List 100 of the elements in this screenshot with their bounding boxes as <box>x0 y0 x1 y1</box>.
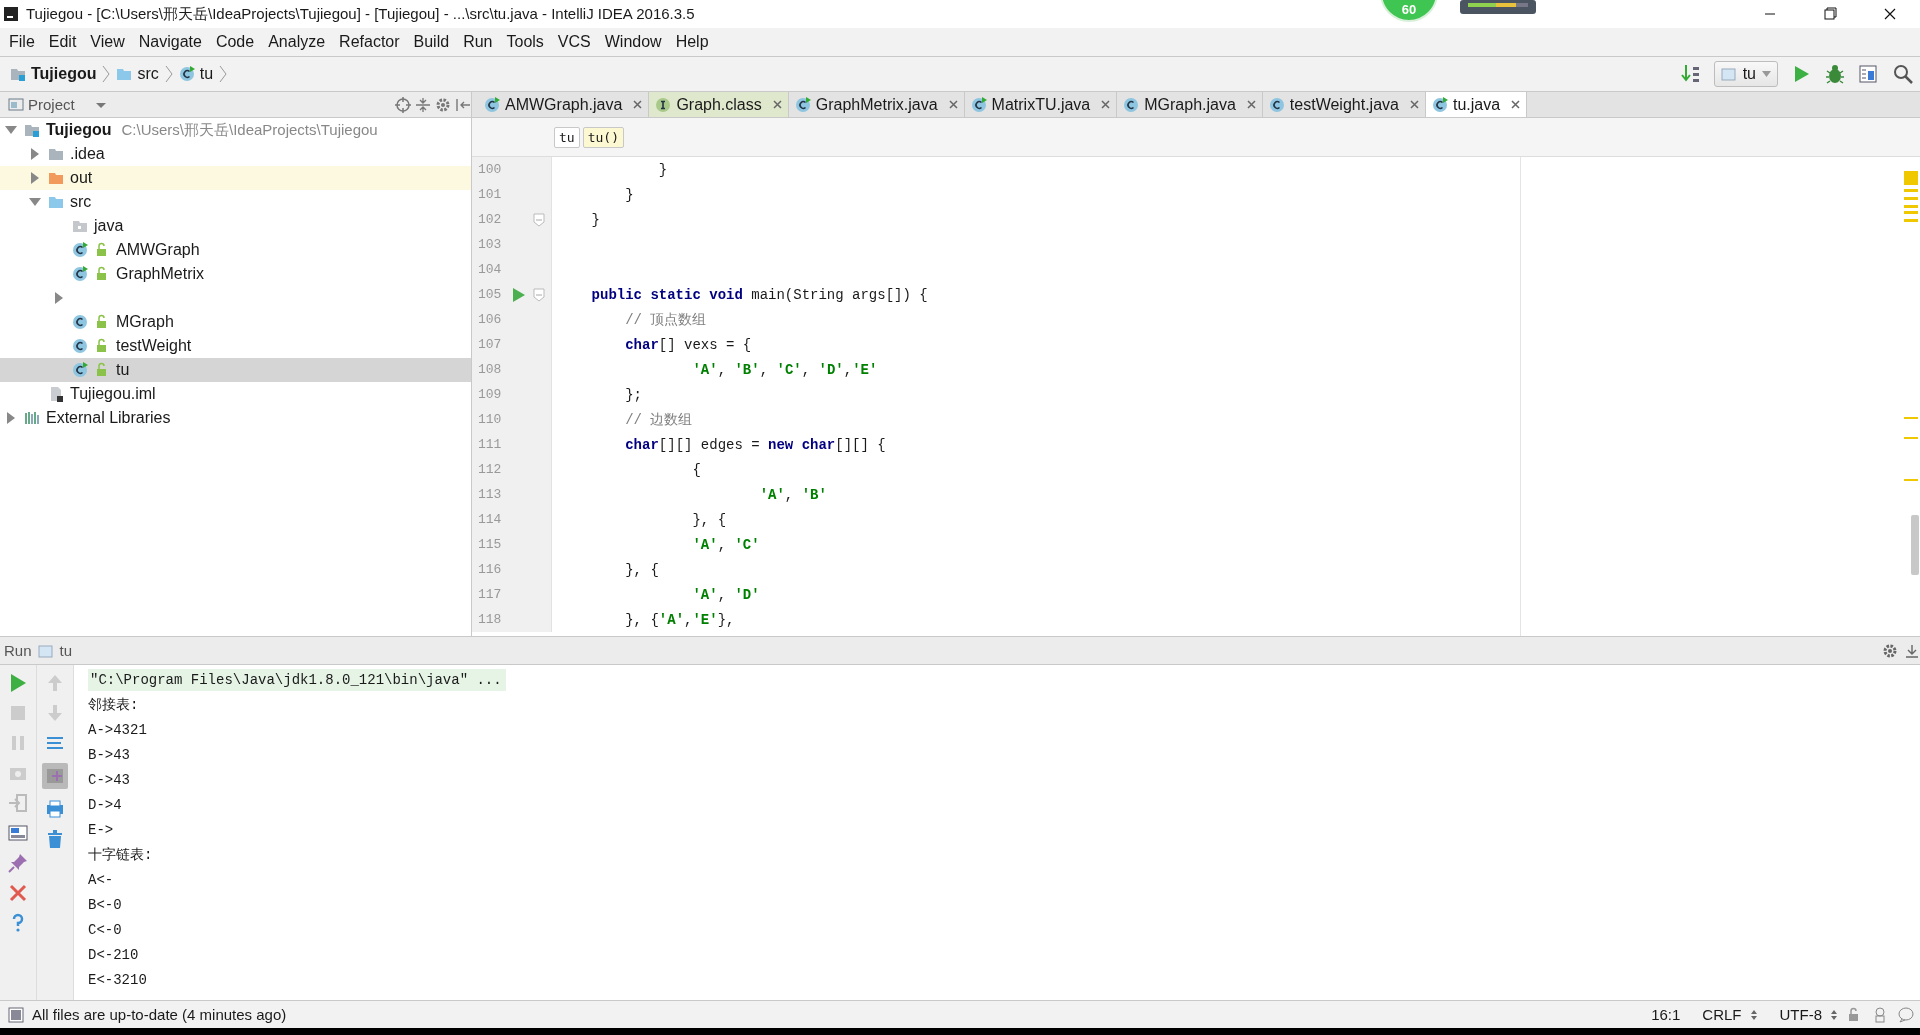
menu-item[interactable]: File <box>2 33 42 51</box>
locate-icon[interactable] <box>395 96 411 113</box>
project-folder-icon <box>24 122 40 138</box>
inspector-icon[interactable] <box>1872 1006 1888 1023</box>
tree-node[interactable]: java <box>0 214 471 238</box>
output-line: C<-0 <box>88 920 123 940</box>
runnable-class-icon <box>178 66 195 82</box>
up-down-icon[interactable] <box>1830 1008 1838 1021</box>
line-number: 109 <box>477 387 503 402</box>
file-icon <box>48 386 64 402</box>
cursor-position[interactable]: 16:1 <box>1651 1006 1681 1023</box>
run-tab-label[interactable]: tu <box>59 642 73 659</box>
close-icon[interactable] <box>633 100 643 109</box>
line-number: 111 <box>477 437 503 452</box>
runnable-class-icon <box>72 242 88 258</box>
settings-icon[interactable] <box>1882 642 1898 659</box>
print-icon[interactable] <box>45 799 65 819</box>
close-icon[interactable] <box>1511 100 1521 109</box>
encoding-selector[interactable]: UTF-8 <box>1779 1006 1822 1023</box>
trash-icon[interactable] <box>45 829 65 849</box>
speed-badge: 60 <box>1380 0 1438 22</box>
line-separator-selector[interactable]: CRLF <box>1702 1006 1742 1023</box>
code-line: public static void main(String args[]) { <box>590 286 928 303</box>
tree-node[interactable]: src <box>0 190 471 214</box>
menu-item[interactable]: Run <box>456 33 500 51</box>
menu-item[interactable]: Help <box>668 33 716 51</box>
menu-item[interactable]: Analyze <box>261 33 333 51</box>
menu-item[interactable]: VCS <box>550 33 598 51</box>
breadcrumb-item[interactable]: Tujiegou <box>10 65 97 83</box>
tree-node[interactable]: MGraph <box>0 310 471 334</box>
layout-icon[interactable] <box>8 823 28 843</box>
menu-item[interactable]: Window <box>597 33 669 51</box>
run-icon[interactable] <box>8 673 28 693</box>
bug-icon[interactable] <box>1824 63 1846 85</box>
code-line: 'A', 'B', 'C', 'D','E' <box>691 361 878 378</box>
code-line: 'A', 'B' <box>758 486 827 503</box>
breadcrumb-item[interactable]: tu <box>178 65 214 83</box>
run-icon[interactable] <box>511 286 527 303</box>
code-line: 'A', 'C' <box>691 536 760 553</box>
breadcrumb-item[interactable]: src <box>116 65 159 83</box>
code-line: 'A', 'D' <box>691 586 760 603</box>
editor-tab[interactable]: Graph.class <box>649 92 789 117</box>
run-configuration-dropdown[interactable]: tu <box>1713 61 1778 87</box>
settings-icon[interactable] <box>435 96 451 113</box>
scrollbar-thumb[interactable] <box>1911 515 1919 575</box>
code-line: }; <box>624 386 642 403</box>
line-number: 115 <box>477 537 503 552</box>
hide-panel-icon[interactable] <box>455 96 471 113</box>
tree-node[interactable]: Tujiegou.iml <box>0 382 471 406</box>
menu-item[interactable]: Edit <box>41 33 84 51</box>
output-line: D<-210 <box>88 945 140 965</box>
menu-item[interactable]: View <box>83 33 132 51</box>
close-icon[interactable] <box>948 100 958 109</box>
line-number: 118 <box>477 612 503 627</box>
package-folder-icon <box>72 218 88 234</box>
close-icon[interactable] <box>772 100 782 109</box>
project-structure-icon[interactable] <box>1858 63 1880 85</box>
close-icon[interactable] <box>1409 100 1419 109</box>
event-log-icon[interactable] <box>1898 1006 1914 1023</box>
tree-node[interactable]: GraphMetrix <box>0 262 471 286</box>
menu-item[interactable]: Code <box>208 33 262 51</box>
tool-windows-icon[interactable] <box>8 1006 24 1023</box>
menu-item[interactable]: Navigate <box>131 33 209 51</box>
scroll-to-end-icon[interactable] <box>42 763 68 789</box>
close-icon[interactable] <box>1246 100 1256 109</box>
class-icon <box>72 314 88 330</box>
pin-icon[interactable] <box>8 853 28 873</box>
breadcrumb-item[interactable]: tu <box>554 126 580 148</box>
output-line: E<-3210 <box>88 970 148 990</box>
breadcrumb-item[interactable]: tu() <box>582 126 624 148</box>
panel-title[interactable]: Run <box>4 642 32 659</box>
tree-node[interactable]: .idea <box>0 142 471 166</box>
runnable-class-icon <box>72 266 88 282</box>
tree-node[interactable]: AMWGraph <box>0 238 471 262</box>
tree-node[interactable]: External Libraries <box>0 406 471 430</box>
build-icon[interactable] <box>1679 63 1702 85</box>
editor-tab[interactable]: tu.java <box>1425 92 1528 117</box>
exit-icon[interactable] <box>8 793 28 813</box>
chevron-icon <box>164 64 173 84</box>
output-line: A->4321 <box>88 720 148 740</box>
class-icon <box>1123 96 1140 113</box>
line-number: 110 <box>477 412 503 427</box>
search-icon[interactable] <box>1892 63 1914 85</box>
hide-panel-icon[interactable] <box>1904 642 1920 659</box>
folder-icon <box>48 194 64 210</box>
code-line: }, { <box>691 511 727 528</box>
tree-node[interactable]: out <box>0 166 471 190</box>
close-icon[interactable] <box>1101 100 1111 109</box>
panel-title[interactable]: Project <box>28 96 75 113</box>
tree-node[interactable]: testWeight <box>0 334 471 358</box>
collapse-all-icon[interactable] <box>415 96 431 113</box>
menu-item[interactable]: Build <box>406 33 457 51</box>
tree-node[interactable]: tu <box>0 358 471 382</box>
menu-item[interactable]: Refactor <box>332 33 407 51</box>
line-number: 105 <box>477 287 503 302</box>
tree-node[interactable]: Tujiegou C:\Users\邢天岳\IdeaProjects\Tujiegou <box>0 118 471 142</box>
folder-icon <box>48 170 64 186</box>
menu-item[interactable]: Tools <box>499 33 551 51</box>
up-down-icon[interactable] <box>1749 1008 1758 1021</box>
close-icon[interactable] <box>8 883 28 903</box>
